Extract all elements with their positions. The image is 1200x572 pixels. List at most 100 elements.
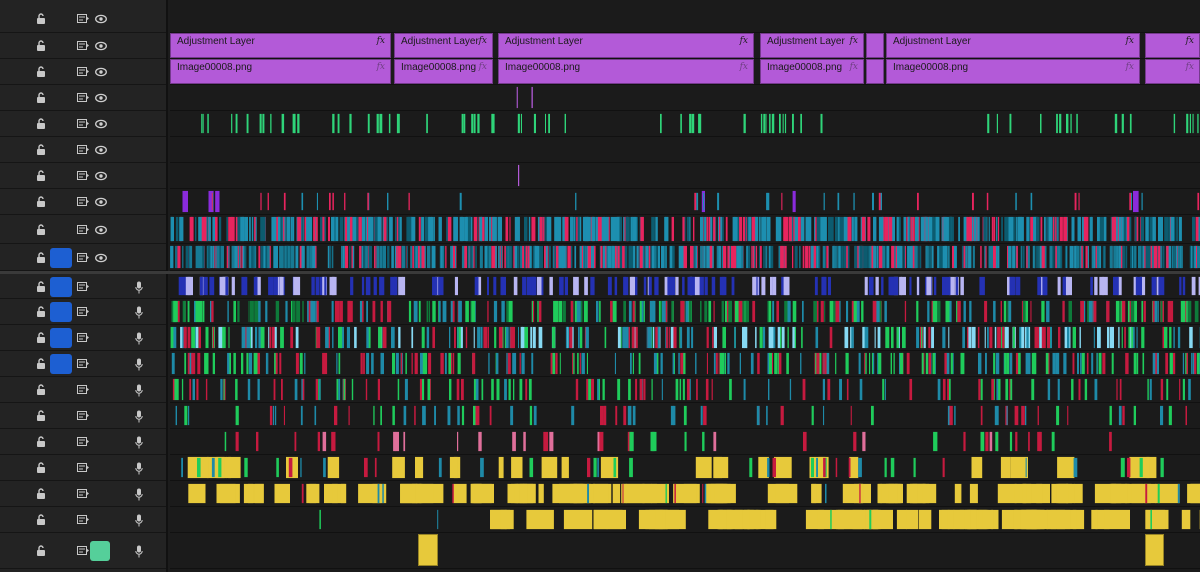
solo-button[interactable]	[111, 302, 131, 322]
lock-icon[interactable]	[36, 251, 46, 264]
lock-icon[interactable]	[36, 332, 46, 344]
lock-icon[interactable]	[36, 514, 46, 526]
clips-v4[interactable]	[170, 163, 1200, 188]
audio-track-lane[interactable]	[170, 481, 1200, 507]
sync-lock-icon[interactable]	[77, 515, 89, 525]
adjustment-layer-clip[interactable]: Adjustment Layer fx	[394, 33, 493, 58]
track-target-toggle[interactable]	[50, 166, 72, 186]
eye-icon[interactable]	[95, 93, 107, 103]
sync-lock-icon[interactable]	[77, 252, 89, 263]
mic-icon[interactable]	[135, 462, 143, 475]
track-target-toggle[interactable]	[50, 192, 72, 212]
clips-a5[interactable]	[170, 377, 1200, 402]
clips-a3[interactable]	[170, 325, 1200, 350]
clips-v3[interactable]	[170, 189, 1200, 214]
track-area[interactable]: Adjustment Layer fx Adjustment Layer fx Adju…	[170, 0, 1200, 572]
sync-lock-icon[interactable]	[77, 224, 89, 235]
mic-icon[interactable]	[135, 281, 143, 294]
mute-button[interactable]	[90, 432, 110, 452]
track-target-toggle[interactable]	[50, 9, 72, 29]
fx-badge[interactable]: fx	[377, 36, 385, 46]
eye-icon[interactable]	[95, 145, 107, 155]
image-clip[interactable]: Image00008.png fx	[886, 59, 1140, 84]
clips-a10[interactable]	[170, 507, 1200, 532]
eye-icon[interactable]	[95, 41, 107, 51]
sync-lock-icon[interactable]	[77, 489, 89, 499]
track-target-toggle[interactable]	[50, 62, 72, 82]
video-track-lane[interactable]	[170, 163, 1200, 189]
audio-track-lane[interactable]	[170, 325, 1200, 351]
clips-v2[interactable]	[170, 215, 1200, 243]
clips-a9[interactable]	[170, 481, 1200, 506]
clips-a2[interactable]	[170, 299, 1200, 324]
mic-icon[interactable]	[135, 488, 143, 501]
video-track-lane[interactable]	[170, 189, 1200, 215]
lock-icon[interactable]	[36, 144, 46, 156]
mute-button[interactable]	[90, 458, 110, 478]
lock-icon[interactable]	[36, 196, 46, 208]
lock-icon[interactable]	[36, 12, 46, 25]
adjustment-layer-clip[interactable]: Adjustment Layer fx	[760, 33, 864, 58]
video-audio-divider[interactable]	[0, 271, 1200, 274]
track-target-toggle[interactable]	[50, 458, 72, 478]
sync-lock-icon[interactable]	[77, 359, 89, 369]
solo-button[interactable]	[111, 277, 131, 297]
lock-icon[interactable]	[36, 92, 46, 104]
audio-track-lane[interactable]	[170, 533, 1200, 569]
eye-icon[interactable]	[95, 119, 107, 129]
video-track-lane[interactable]	[170, 244, 1200, 271]
sync-lock-icon[interactable]	[77, 463, 89, 473]
solo-button[interactable]	[111, 354, 131, 374]
fx-badge[interactable]: fx	[740, 36, 748, 46]
mic-icon[interactable]	[135, 514, 143, 527]
sync-lock-icon[interactable]	[77, 67, 89, 77]
image-clip[interactable]: Image00008.png fx	[760, 59, 864, 84]
adjustment-layer-clip[interactable]	[866, 33, 884, 58]
track-target-toggle[interactable]	[50, 247, 72, 268]
track-target-toggle[interactable]	[50, 432, 72, 452]
track-target-toggle[interactable]	[50, 354, 72, 374]
mic-icon[interactable]	[135, 358, 143, 371]
eye-icon[interactable]	[95, 67, 107, 77]
lock-icon[interactable]	[36, 545, 46, 557]
eye-icon[interactable]	[95, 197, 107, 207]
sync-lock-icon[interactable]	[77, 119, 89, 129]
image-clip[interactable]: Image00008.png fx	[498, 59, 754, 84]
audio-track-lane[interactable]	[170, 403, 1200, 429]
sync-lock-icon[interactable]	[77, 333, 89, 343]
track-target-toggle[interactable]	[50, 510, 72, 530]
eye-icon[interactable]	[95, 171, 107, 181]
track-target-toggle[interactable]	[50, 276, 72, 297]
fx-badge[interactable]: fx	[850, 62, 858, 72]
solo-button[interactable]	[111, 432, 131, 452]
mute-button[interactable]	[90, 380, 110, 400]
clips-a7[interactable]	[170, 429, 1200, 454]
mute-button[interactable]	[90, 484, 110, 504]
track-target-toggle[interactable]	[50, 36, 72, 56]
clips-a1[interactable]	[170, 274, 1200, 298]
image-clip[interactable]: fx	[1145, 59, 1200, 84]
mic-icon[interactable]	[135, 436, 143, 449]
track-target-toggle[interactable]	[50, 380, 72, 400]
audio-clip[interactable]	[1145, 534, 1164, 566]
audio-track-lane[interactable]	[170, 377, 1200, 403]
clips-v7[interactable]	[170, 85, 1200, 110]
lock-icon[interactable]	[36, 384, 46, 396]
video-track-lane[interactable]: Image00008.png fx Image00008.png fx Image000…	[170, 59, 1200, 85]
track-target-toggle[interactable]	[50, 328, 72, 348]
sync-lock-icon[interactable]	[77, 385, 89, 395]
image-clip[interactable]	[866, 59, 884, 84]
track-target-toggle[interactable]	[50, 406, 72, 426]
mute-button[interactable]	[90, 541, 110, 561]
track-target-toggle[interactable]	[50, 140, 72, 160]
clips-a6[interactable]	[170, 403, 1200, 428]
sync-lock-icon[interactable]	[77, 145, 89, 155]
audio-clip[interactable]	[418, 534, 438, 566]
fx-badge[interactable]: fx	[479, 62, 487, 72]
fx-badge[interactable]: fx	[479, 36, 487, 46]
fx-badge[interactable]: fx	[1186, 36, 1194, 46]
sync-lock-icon[interactable]	[77, 281, 89, 292]
mic-icon[interactable]	[135, 306, 143, 319]
solo-button[interactable]	[111, 541, 131, 561]
audio-track-lane[interactable]	[170, 351, 1200, 377]
